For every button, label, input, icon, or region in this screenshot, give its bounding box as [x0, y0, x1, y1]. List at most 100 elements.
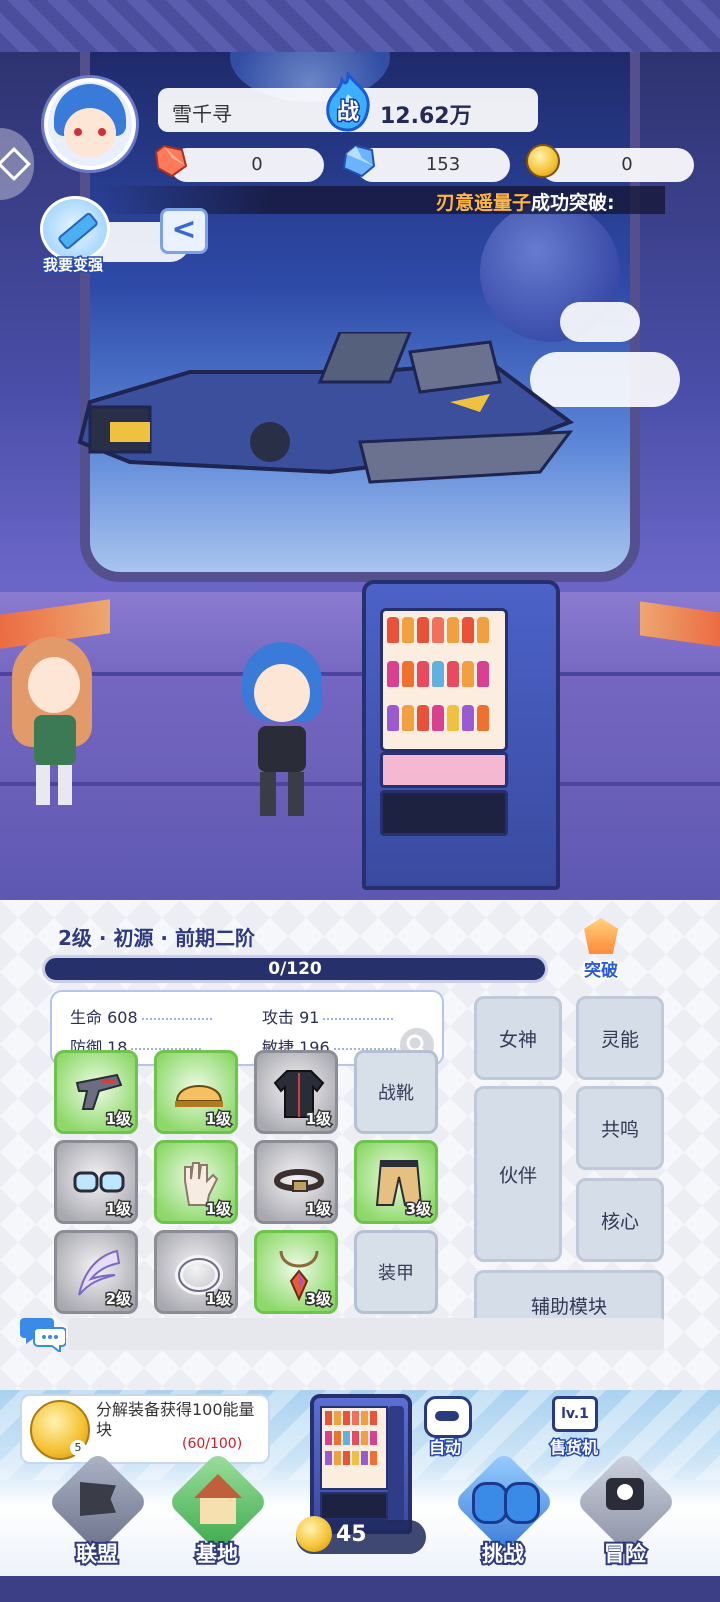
hero-body	[258, 726, 306, 772]
equipment-slot[interactable]: 1级	[154, 1140, 238, 1224]
announcement-message: 成功突破:	[531, 192, 615, 214]
task-badge: 5	[70, 1440, 86, 1456]
vending-machine-button[interactable]	[310, 1394, 412, 1534]
nav-challenge[interactable]: 挑战	[444, 1451, 562, 1582]
equipment-slot[interactable]: 3级	[254, 1230, 338, 1314]
equipment-slot[interactable]: 2级	[54, 1230, 138, 1314]
become-stronger-button[interactable]: 我要变强	[34, 196, 112, 280]
equipment-slot[interactable]: 1级	[154, 1050, 238, 1134]
resonance-button[interactable]: 共鸣	[576, 1086, 664, 1170]
nav-adventure-label: 冒险	[602, 1540, 648, 1568]
companion-leg	[58, 765, 72, 805]
equipment-level: 1级	[104, 1109, 132, 1130]
equipment-level: 1级	[104, 1199, 132, 1220]
nav-base[interactable]: 基地	[158, 1451, 276, 1582]
equipment-slot[interactable]: 3级	[354, 1140, 438, 1224]
vending-machine-mini-display	[320, 1406, 388, 1490]
hero-character[interactable]	[232, 642, 342, 822]
resource-bar-red-crystal[interactable]: 0	[170, 148, 324, 182]
blue-diamond-icon	[342, 144, 376, 178]
character-rank: 2级 · 初源 · 前期二阶	[58, 926, 255, 950]
psionic-button[interactable]: 灵能	[576, 996, 664, 1080]
nav-base-label: 基地	[194, 1540, 240, 1568]
equipment-level: 3级	[404, 1199, 432, 1220]
chat-input[interactable]	[68, 1318, 664, 1350]
alliance-flag	[80, 1482, 116, 1516]
combat-power-label: 战	[335, 99, 360, 127]
equipment-slot[interactable]: 1级	[54, 1140, 138, 1224]
stat-hp: 生命 608	[70, 1004, 212, 1028]
breakthrough-button[interactable]: 突破	[574, 918, 628, 983]
nav-adventure[interactable]: 冒险	[566, 1451, 684, 1582]
boxing-glove-left	[472, 1482, 508, 1524]
chat-bar[interactable]	[20, 1314, 664, 1352]
equipment-slot[interactable]: 1级	[254, 1050, 338, 1134]
partner-button[interactable]: 伙伴	[474, 1086, 562, 1262]
avatar-eye	[98, 128, 106, 136]
gold-coin-icon	[526, 144, 560, 178]
vending-machine[interactable]	[362, 580, 560, 890]
robot-visor	[435, 1411, 459, 1421]
vending-coin-counter: 45	[296, 1516, 426, 1554]
equipment-slot-label: 装甲	[378, 1263, 414, 1284]
equipment-slot[interactable]: 1级	[54, 1050, 138, 1134]
machine-level-badge: lv.1	[552, 1396, 598, 1432]
vending-machine-mini-side	[388, 1406, 404, 1524]
hero-leg	[288, 772, 304, 816]
stat-attack: 攻击 91	[262, 1004, 394, 1028]
player-avatar[interactable]	[44, 78, 136, 170]
equipment-slot-empty[interactable]: 战靴	[354, 1050, 438, 1134]
avatar-eye	[74, 128, 82, 136]
breakthrough-label: 突破	[583, 960, 620, 983]
boxing-glove-right	[504, 1482, 540, 1524]
robot-icon	[424, 1396, 472, 1438]
red-crystal-icon	[154, 144, 188, 178]
vending-machine-label: 售货机	[548, 1437, 599, 1459]
player-name: 雪千寻	[172, 102, 232, 126]
companion-character[interactable]	[0, 637, 110, 807]
resource-value: 153	[425, 154, 461, 175]
chat-bubble-icon	[20, 1318, 66, 1352]
auto-label: 自动	[427, 1437, 462, 1459]
resource-bar-gold-coin[interactable]: 0	[540, 148, 694, 182]
announcement-text: 刃意遥量子成功突破:	[436, 188, 615, 215]
nav-challenge-label: 挑战	[480, 1540, 526, 1568]
vending-machine-display	[380, 608, 508, 752]
pirate-flag	[606, 1478, 644, 1510]
vending-machine-mini-slot	[320, 1492, 388, 1520]
hero-leg	[260, 772, 276, 816]
equipment-level: 1级	[204, 1289, 232, 1310]
skull-icon	[617, 1484, 633, 1500]
hero-face	[254, 664, 310, 722]
companion-leg	[36, 765, 50, 805]
vending-machine-panel	[380, 752, 508, 788]
announcement-player-name: 刃意遥量子	[436, 192, 532, 214]
equipment-level: 1级	[304, 1109, 332, 1130]
combat-power-value: 12.62万	[380, 104, 472, 129]
nav-alliance[interactable]: 联盟	[38, 1451, 156, 1582]
stat-attack-label: 攻击 91	[262, 1008, 320, 1027]
task-progress: (60/100)	[182, 1436, 243, 1452]
equipment-slot-empty[interactable]: 装甲	[354, 1230, 438, 1314]
equipment-slot[interactable]: 1级	[254, 1140, 338, 1224]
task-card[interactable]: 5 分解装备获得100能量块 (60/100)	[20, 1394, 270, 1464]
base-wall	[200, 1498, 236, 1524]
equipment-level: 2级	[104, 1289, 132, 1310]
goddess-button[interactable]: 女神	[474, 996, 562, 1080]
gold-coin-icon	[296, 1516, 332, 1552]
auto-button[interactable]: 自动	[410, 1392, 480, 1459]
vending-coin-count: 45	[336, 1522, 367, 1547]
equipment-slot[interactable]: 1级	[154, 1230, 238, 1314]
resource-value: 0	[621, 154, 633, 175]
bottom-edge	[0, 1576, 720, 1602]
vending-level-button[interactable]: lv.1 售货机	[534, 1392, 614, 1459]
diamond-icon	[0, 147, 31, 181]
top-status-strip	[0, 0, 720, 52]
back-button[interactable]: <	[160, 208, 208, 254]
combat-power-flame-icon: 战	[322, 69, 374, 132]
vending-machine-slot	[380, 790, 508, 836]
equipment-level: 3级	[304, 1289, 332, 1310]
resource-bar-blue-diamond[interactable]: 153	[356, 148, 510, 182]
equipment-slot-label: 战靴	[378, 1083, 414, 1104]
core-button[interactable]: 核心	[576, 1178, 664, 1262]
